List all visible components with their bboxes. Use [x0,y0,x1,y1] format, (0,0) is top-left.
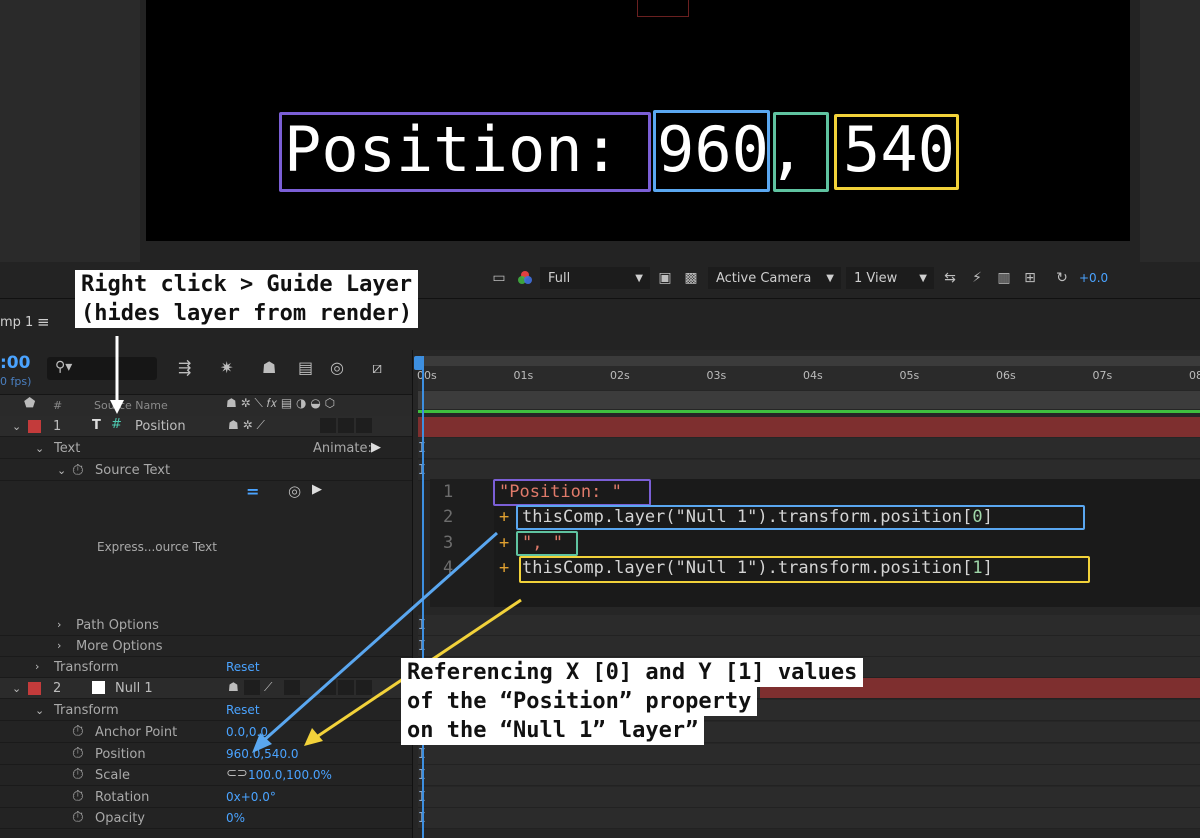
reference-annotation-line-3: on the “Null 1” layer” [401,716,705,745]
guide-layer-annotation: Right click > Guide Layer (hides layer fr… [75,270,419,328]
reference-annotation-line-1: Referencing X [0] and Y [1] values [401,658,864,687]
y-reference-arrow-head [304,728,323,746]
reference-annotation-line-2: of the “Position” property [401,687,758,716]
guide-arrow-head [110,400,124,414]
